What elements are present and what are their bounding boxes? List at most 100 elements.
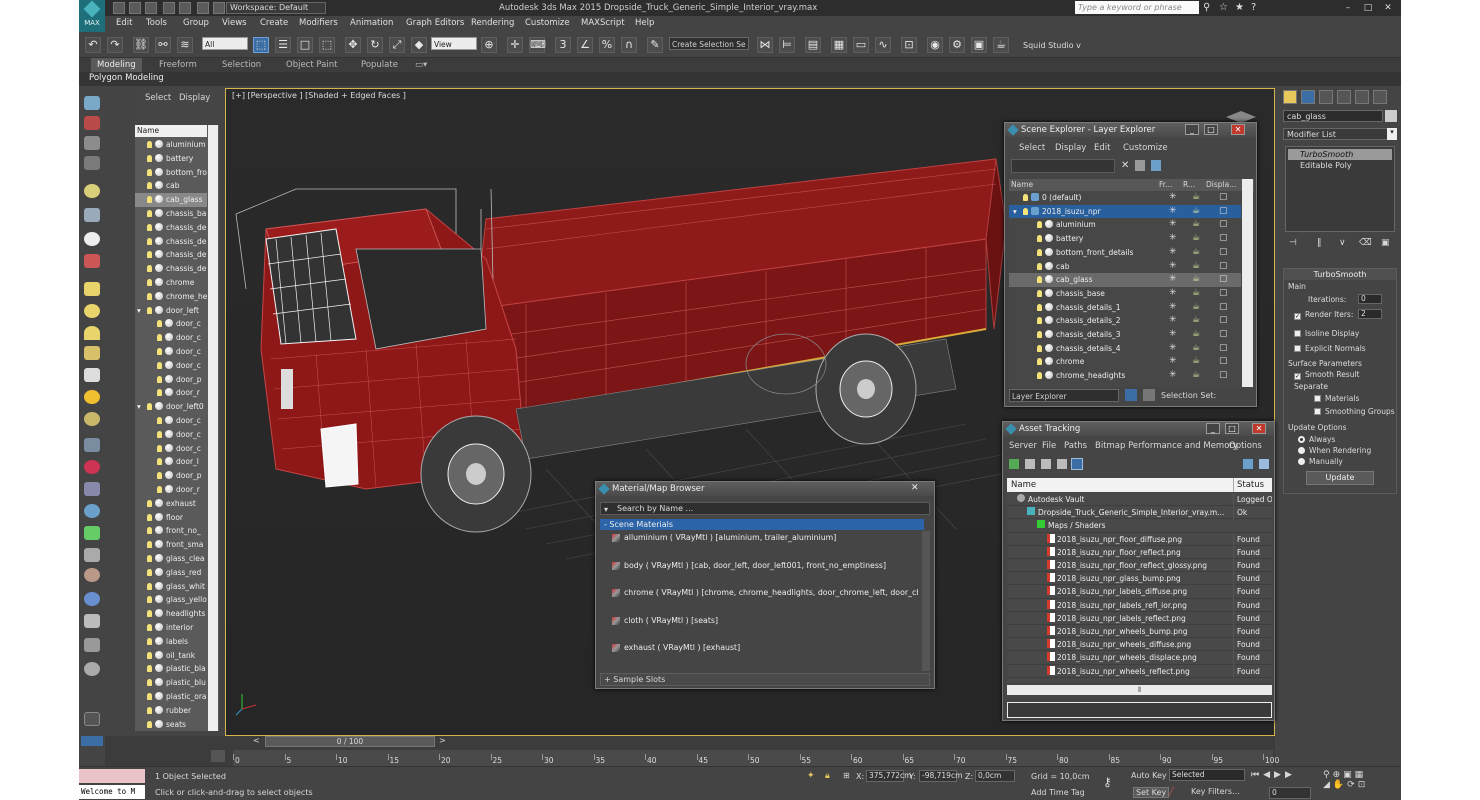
renderable-icon[interactable]: ☕ [1192,218,1200,232]
layer-settings-icon[interactable] [1151,160,1161,171]
scene-row[interactable]: labels [135,635,207,649]
update-button[interactable]: Update [1306,471,1374,485]
freeze-icon[interactable]: ✳ [1169,260,1177,274]
current-frame-field[interactable]: 0 [1269,787,1311,799]
select-manipulate-icon[interactable]: ✛ [507,37,523,53]
asset-row[interactable]: 2018_isuzu_npr_labels_refl_ior.png Found [1007,598,1272,612]
open-file-icon[interactable] [129,2,141,14]
minimize-button[interactable]: _ [1185,124,1199,135]
sun-icon[interactable] [84,390,100,404]
col-render[interactable]: R... [1183,179,1195,191]
scene-row[interactable]: cab [135,179,207,193]
menu-modifiers[interactable]: Modifiers [299,18,338,28]
scene-row[interactable]: battery [135,152,207,166]
scene-row[interactable]: plastic_ora [135,690,207,704]
menu-customize[interactable]: Customize [1123,143,1168,153]
display-mode-icon[interactable]: ▢ [1219,191,1228,205]
isoline-row[interactable]: Isoline Display [1294,329,1359,338]
polygon-modeling-label[interactable]: Polygon Modeling [89,73,164,83]
visibility-bulb-icon[interactable] [157,417,162,424]
bind-spacewarp-icon[interactable]: ≋ [177,37,193,53]
layer-row[interactable]: chrome_headights ✳ ☕ ▢ [1009,369,1241,383]
tab-populate[interactable]: Populate [361,60,398,70]
teapot-icon[interactable] [84,96,100,110]
edit-named-selection-icon[interactable]: ✎ [647,37,663,53]
maximize-button[interactable]: □ [1204,124,1218,135]
redo-icon[interactable]: ↷ [107,37,123,53]
scene-row[interactable]: chassis_de [135,221,207,235]
freeze-icon[interactable]: ✳ [1169,369,1177,383]
key-mode-dropdown[interactable]: Selected [1169,769,1245,781]
visibility-bulb-icon[interactable] [157,444,162,452]
visibility-bulb-icon[interactable] [147,210,152,217]
visibility-bulb-icon[interactable] [147,527,152,535]
sphere-icon[interactable] [84,232,100,246]
scene-row[interactable]: seats [135,718,207,732]
layer-row[interactable]: chassis_details_3 ✳ ☕ ▢ [1009,328,1241,342]
display-mode-icon[interactable]: ▢ [1219,342,1228,356]
select-tab[interactable]: Select [145,93,171,103]
visibility-bulb-icon[interactable] [147,706,152,714]
menu-views[interactable]: Views [222,18,247,28]
turbosmooth-title[interactable]: TurboSmooth [1284,269,1396,280]
scene-row[interactable]: plastic_blu [135,676,207,690]
modifier-list-arrow-icon[interactable]: ▾ [1387,128,1397,140]
visibility-bulb-icon[interactable] [1037,331,1042,338]
renderable-icon[interactable]: ☕ [1192,355,1200,369]
menu-options[interactable]: Options [1229,441,1262,451]
scene-row[interactable]: door_l [135,455,207,469]
renderable-icon[interactable]: ☕ [1192,191,1200,205]
visibility-bulb-icon[interactable] [1023,207,1028,215]
place-icon[interactable]: ◆ [411,37,427,53]
visibility-bulb-icon[interactable] [1037,289,1042,297]
foliage-icon[interactable] [84,526,100,540]
asset-row[interactable]: 2018_isuzu_npr_wheels_bump.png Found [1007,625,1272,639]
renderable-icon[interactable]: ☕ [1192,260,1200,274]
visibility-bulb-icon[interactable] [147,141,152,148]
visibility-bulb-icon[interactable] [147,610,152,618]
visibility-bulb-icon[interactable] [147,679,152,687]
visibility-bulb-icon[interactable] [157,320,162,328]
material-row[interactable]: cloth ( VRayMtl ) [seats] [608,614,918,628]
pin-stack-icon[interactable]: ⊣ [1289,238,1297,248]
visibility-bulb-icon[interactable] [1037,317,1042,325]
y-coordinate-field[interactable]: -98,719cm [919,770,962,782]
renderable-icon[interactable]: ☕ [1192,287,1200,301]
motion-tab-icon[interactable] [1337,90,1351,104]
scene-row[interactable]: chrome_he [135,290,207,304]
scene-row[interactable]: door_c [135,345,207,359]
expand-icon[interactable]: ▾ [137,304,141,318]
display-mode-icon[interactable]: ▢ [1219,314,1228,328]
visibility-bulb-icon[interactable] [147,665,152,673]
layer-row[interactable]: 2018_isuzu_npr ✳ ☕ ▢ ▾ [1009,204,1241,219]
menu-select[interactable]: Select [1019,143,1045,153]
pivot-center-icon[interactable]: ⊕ [481,37,497,53]
list-view-icon[interactable] [1025,459,1035,469]
maximize-button[interactable]: □ [1225,423,1239,434]
auto-key-button[interactable]: Auto Key [1131,771,1167,780]
visibility-bulb-icon[interactable] [147,223,152,231]
help-icon[interactable]: ? [1251,2,1256,13]
clock-icon[interactable] [84,662,100,676]
visibility-bulb-icon[interactable] [147,306,152,314]
scene-row[interactable]: door_c [135,317,207,331]
visibility-bulb-icon[interactable] [147,720,152,728]
detail-view-icon[interactable] [1057,459,1067,469]
freeze-icon[interactable]: ✳ [1169,218,1177,232]
renderable-icon[interactable]: ☕ [1192,246,1200,260]
minimize-button[interactable]: _ [1206,423,1220,434]
display-mode-icon[interactable]: ▢ [1219,273,1228,287]
always-radio[interactable] [1298,436,1305,443]
reference-coordinate-dropdown[interactable]: View [431,37,477,50]
visibility-bulb-icon[interactable] [147,292,152,300]
menu-edit[interactable]: Edit [116,18,132,28]
expand-icon[interactable]: ▾ [137,400,141,414]
renderable-icon[interactable]: ☕ [1192,314,1200,328]
scatter-icon[interactable] [84,568,100,582]
sphere-blue-icon[interactable] [84,592,100,606]
freeze-icon[interactable]: ✳ [1169,246,1177,260]
manually-row[interactable]: Manually [1298,457,1343,466]
modifier-stack-item[interactable]: TurboSmooth [1288,149,1392,160]
scene-row[interactable]: chassis_de [135,248,207,262]
visibility-bulb-icon[interactable] [147,154,152,162]
